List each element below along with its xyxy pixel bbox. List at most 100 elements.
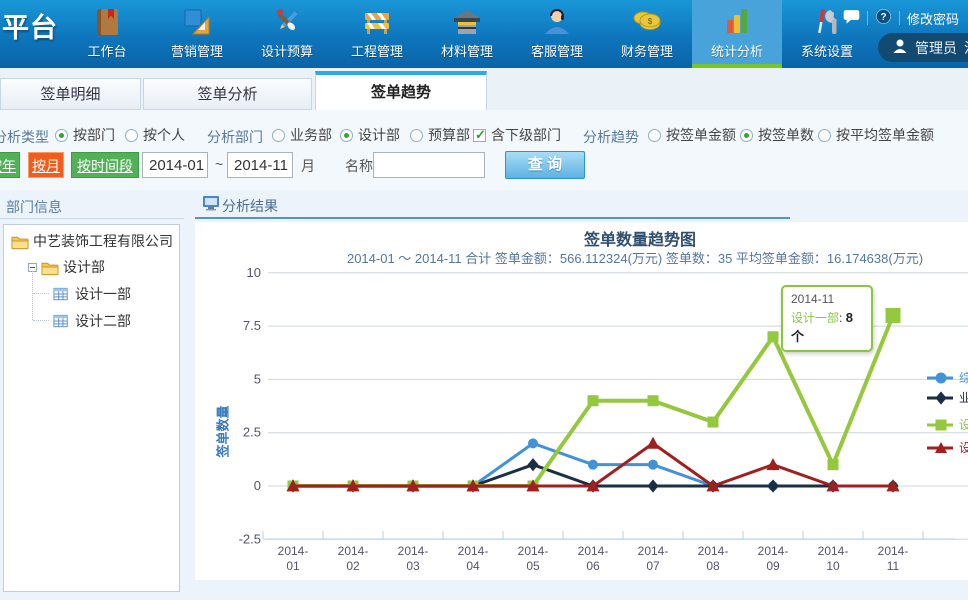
radio-dot [125, 129, 138, 142]
data-point [708, 417, 719, 428]
nav-item-materials[interactable]: 材料管理 [422, 0, 512, 68]
data-point [646, 437, 659, 449]
statistics-icon [721, 6, 753, 38]
y-tick-label: 10 [247, 265, 261, 280]
finance-icon: $ [631, 6, 663, 38]
app-logo: 平台 [2, 6, 58, 45]
materials-icon [451, 6, 483, 38]
x-tick-label: 2014- [578, 544, 609, 558]
nav-item-engineering[interactable]: 工程管理 [332, 0, 422, 68]
navbar-right: ? 修改密码 [843, 8, 959, 28]
analysis-dept-label: 分析部门 [207, 127, 263, 147]
period-button-by-range[interactable]: 按时间段 [71, 152, 139, 178]
tree-connector [33, 293, 49, 294]
radio-dot [818, 129, 831, 142]
radio-by-order-amount[interactable]: 按签单金额 [648, 125, 736, 145]
date-unit-label: 月 [301, 156, 315, 176]
radio-dot [55, 129, 68, 142]
settings-icon [811, 6, 843, 38]
sidebar-title: 部门信息 [0, 190, 184, 217]
radio-budget-dept[interactable]: 预算部 [410, 125, 470, 145]
x-tick-label: 2014- [638, 544, 669, 558]
customer-service-icon [541, 6, 573, 38]
x-tick-label: 2014- [698, 544, 729, 558]
nav-item-label: 营销管理 [171, 41, 223, 60]
radio-by-avg-order-amount[interactable]: 按平均签单金额 [818, 125, 934, 145]
folder-icon [41, 259, 59, 276]
x-tick-label: 03 [406, 559, 420, 573]
period-button-by-year[interactable]: 按年 [0, 152, 20, 178]
data-point [936, 420, 947, 431]
date-separator: ~ [215, 156, 223, 172]
date-to-input[interactable] [227, 152, 293, 178]
nav-item-label: 工作台 [87, 41, 126, 60]
nav-item-label: 客服管理 [531, 41, 583, 60]
period-button-by-month[interactable]: 按月 [28, 152, 64, 178]
x-tick-label: 2014- [878, 544, 909, 558]
folder-icon [11, 233, 29, 250]
name-label: 名称 [345, 156, 373, 176]
radio-business-dept[interactable]: 业务部 [272, 125, 332, 145]
radio-design-dept[interactable]: 设计部 [340, 125, 400, 145]
tab-order-analysis[interactable]: 签单分析 [143, 78, 312, 110]
x-tick-label: 2014- [818, 544, 849, 558]
chart-y-axis-label: 签单数量 [213, 392, 232, 472]
tree-item-company[interactable]: 中艺装饰工程有限公司 [11, 231, 173, 251]
user-label: 管理员 [915, 38, 957, 58]
tree-item-design-dept-1[interactable]: 设计一部 [53, 284, 131, 304]
analysis-trend-label: 分析趋势 [583, 127, 639, 147]
user-icon [892, 38, 908, 57]
data-point [828, 459, 839, 470]
help-icon[interactable]: ? [875, 8, 892, 28]
nav-item-customer-service[interactable]: 客服管理 [512, 0, 602, 68]
radio-dot [340, 129, 353, 142]
tab-bar: 签单明细签单分析签单趋势 [0, 68, 968, 110]
user-menu[interactable]: 管理员 注销 [878, 33, 968, 62]
nav-items: 工作台 营销管理设计预算工程管理材料管理客服管理 $财务管理统计分析 系统设置 [62, 0, 872, 68]
nav-item-finance[interactable]: $财务管理 [602, 0, 692, 68]
department-tree: 中艺装饰工程有限公司设计部设计一部设计二部 [3, 224, 180, 592]
nav-item-workbench[interactable]: 工作台 [62, 0, 152, 68]
nav-item-label: 系统设置 [801, 41, 853, 60]
x-tick-label: 07 [646, 559, 660, 573]
radio-label: 设计部 [358, 125, 400, 145]
data-point [936, 391, 947, 404]
radio-by-order-count[interactable]: 按签单数 [740, 125, 814, 145]
tab-order-details[interactable]: 签单明细 [0, 78, 141, 110]
nav-item-label: 统计分析 [711, 41, 763, 60]
tab-order-trend[interactable]: 签单趋势 [315, 71, 487, 110]
nav-item-design-budget[interactable]: 设计预算 [242, 0, 332, 68]
nav-item-marketing[interactable]: 营销管理 [152, 0, 242, 68]
search-button[interactable]: 查 询 [505, 151, 585, 179]
x-tick-label: 01 [286, 559, 300, 573]
tooltip-value: 设计一部: 8个 [791, 309, 863, 345]
name-input[interactable] [373, 152, 485, 178]
data-point [588, 460, 598, 470]
legend-label-series-green: 设计一部 [959, 417, 968, 432]
top-navbar: 平台 工作台营销管理设计预算工程管理材料管理客服管理$财务管理统计分析系统设置 … [0, 0, 968, 68]
divider [0, 218, 184, 219]
date-from-input[interactable] [142, 152, 208, 178]
tree-item-design-dept[interactable]: 设计部 [28, 257, 105, 277]
legend-label-series-blue: 综 [959, 371, 968, 385]
radio-by-department[interactable]: 按部门 [55, 125, 115, 145]
engineering-icon [361, 6, 393, 38]
radio-by-person[interactable]: 按个人 [125, 125, 185, 145]
message-bubble-icon[interactable] [843, 8, 860, 28]
checkbox-include-sub-departments[interactable]: 含下级部门 [473, 125, 561, 145]
tree-connector [33, 320, 49, 321]
panel-title: 分析结果 [222, 196, 278, 216]
data-point [886, 308, 901, 323]
data-point [648, 479, 659, 492]
radio-label: 按部门 [73, 125, 115, 145]
radio-label: 按签单数 [758, 125, 814, 145]
y-tick-label: 0 [254, 478, 261, 493]
workbench-icon [91, 6, 123, 38]
y-tick-label: 7.5 [243, 318, 261, 333]
chart-subtitle: 2014-01 ～ 2014-11 合计 签单金额：566.112324(万元)… [347, 248, 923, 267]
nav-item-statistics[interactable]: 统计分析 [692, 0, 782, 68]
tree-item-design-dept-2[interactable]: 设计二部 [53, 311, 131, 331]
radio-dot [740, 129, 753, 142]
logout-link[interactable]: 注销 [964, 38, 968, 58]
change-password-link[interactable]: 修改密码 [907, 9, 959, 28]
